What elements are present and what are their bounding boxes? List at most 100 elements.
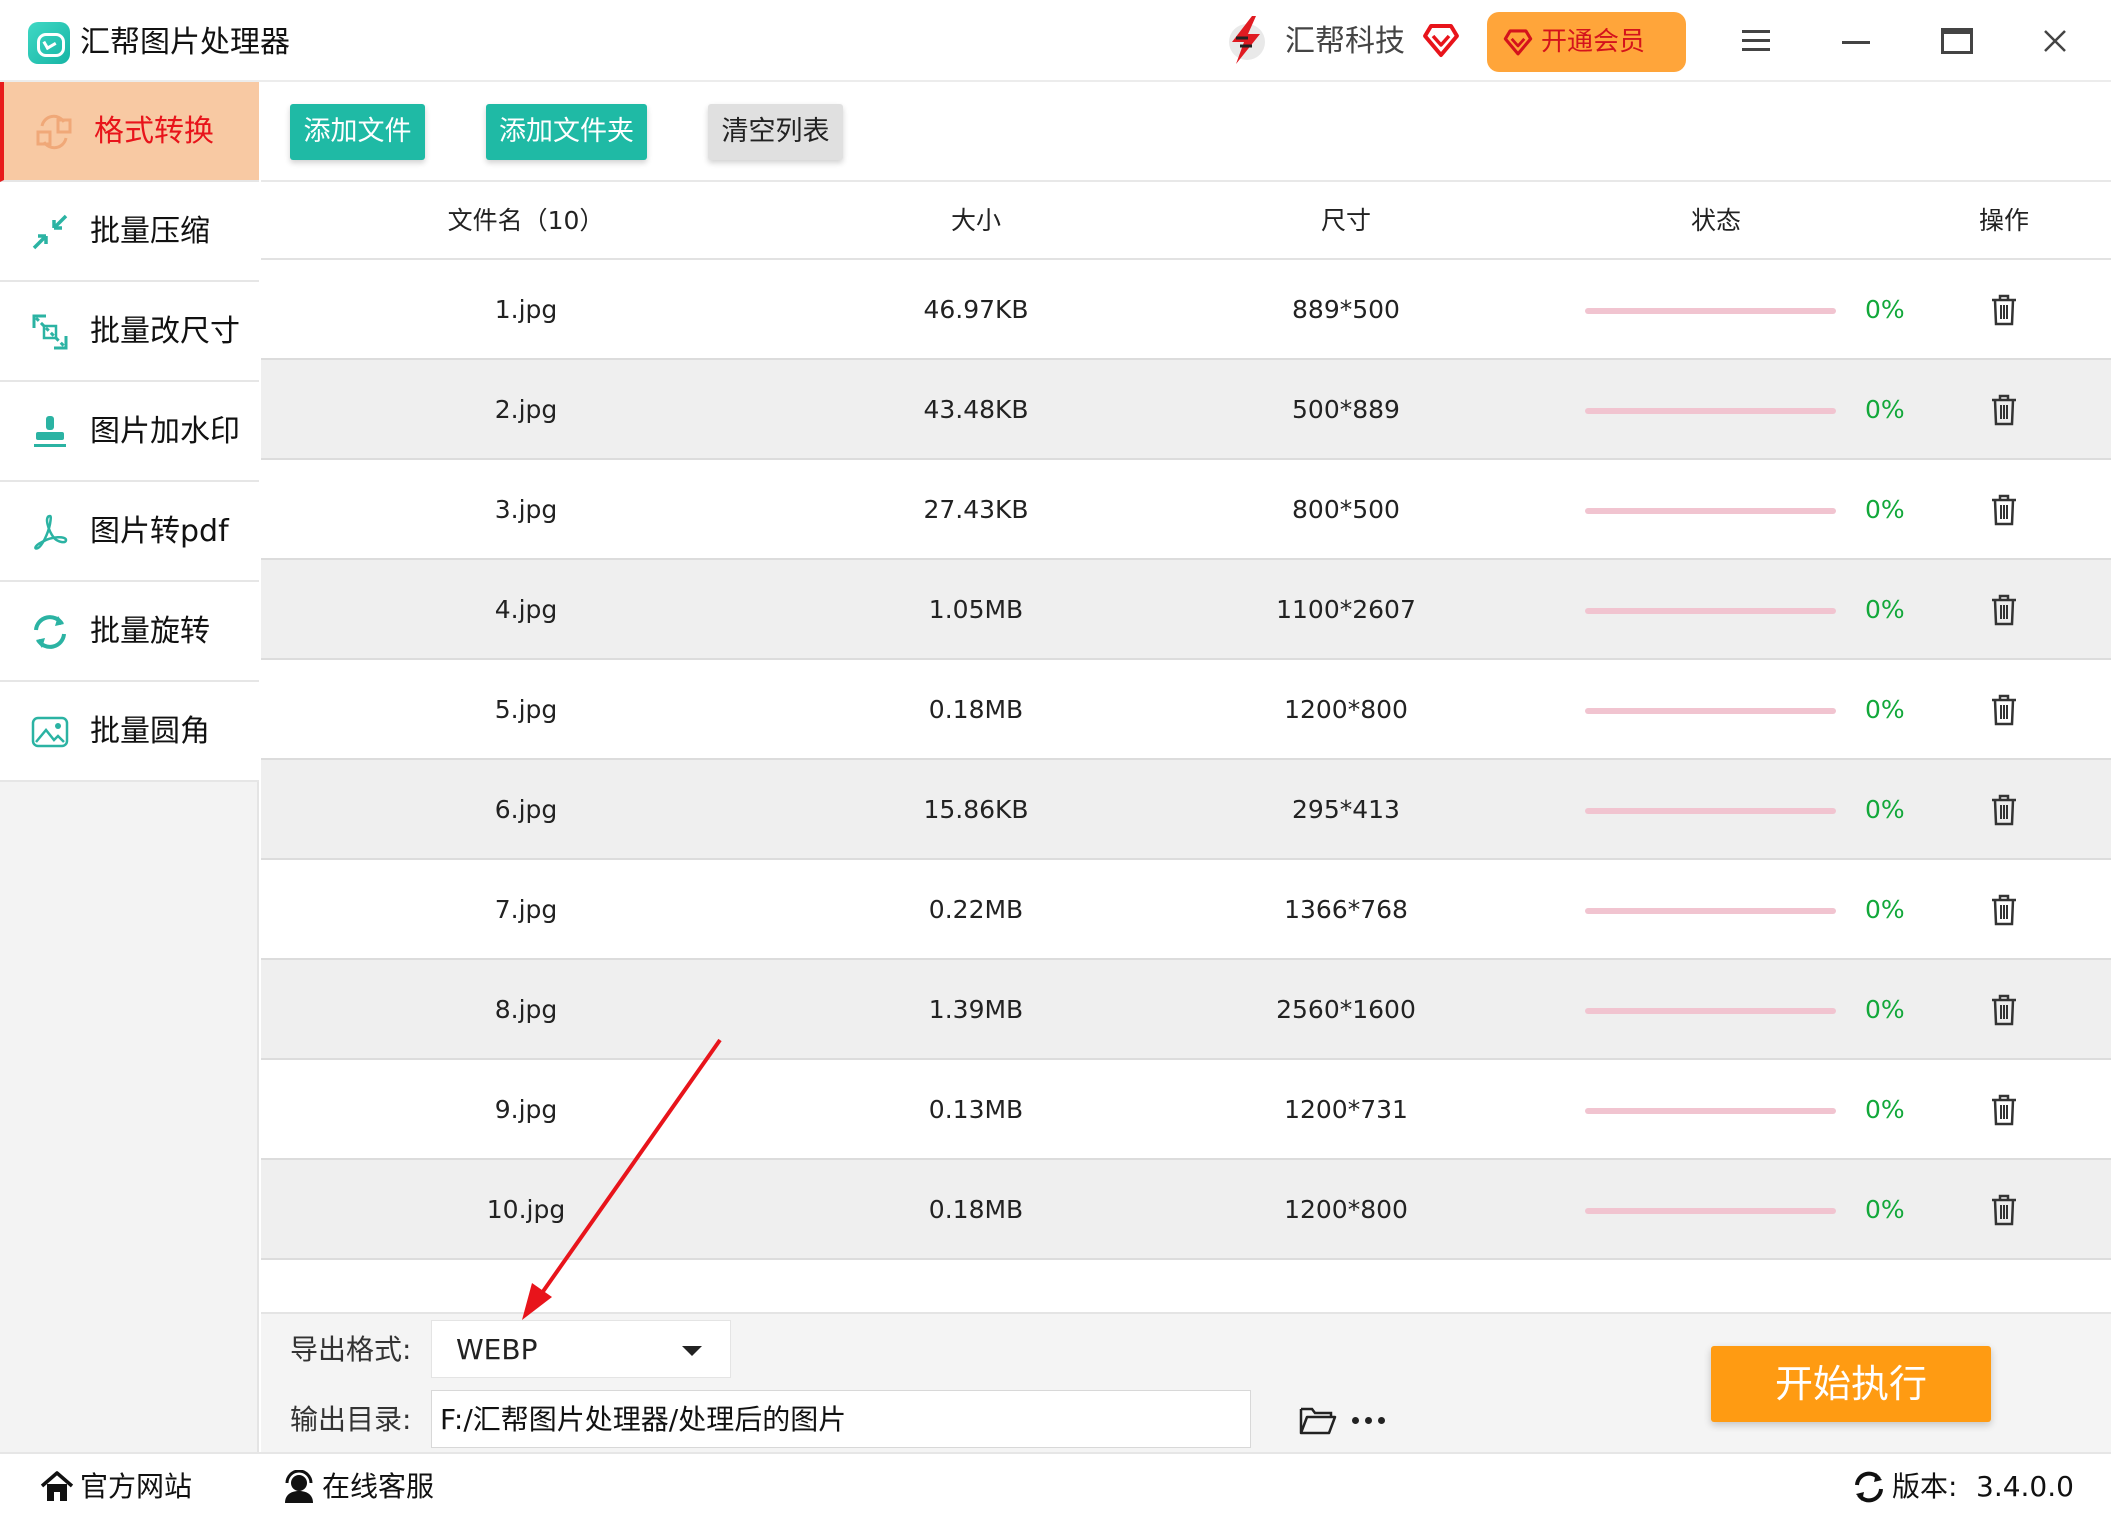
diamond-heart-icon[interactable] xyxy=(1422,22,1460,58)
close-icon[interactable] xyxy=(2040,26,2070,56)
sidebar-item-add-watermark[interactable]: 图片加水印 xyxy=(0,382,259,482)
progress-percent: 0% xyxy=(1865,795,1905,824)
table-row[interactable]: 6.jpg 15.86KB 295*413 0% xyxy=(261,760,2111,860)
trash-icon[interactable] xyxy=(1990,894,2018,926)
file-name: 7.jpg xyxy=(494,895,558,924)
progress-bar xyxy=(1585,508,1836,514)
sidebar-item-format-convert[interactable]: 格式转换 xyxy=(0,82,259,182)
sidebar-item-batch-rotate[interactable]: 批量旋转 xyxy=(0,582,259,682)
file-name: 3.jpg xyxy=(494,495,558,524)
file-dimensions: 1366*768 xyxy=(1284,895,1408,924)
app-logo-icon xyxy=(28,22,70,64)
file-dimensions: 1200*800 xyxy=(1284,1195,1408,1224)
file-size: 0.18MB xyxy=(928,695,1024,724)
file-name: 5.jpg xyxy=(494,695,558,724)
sidebar-item-label: 图片转pdf xyxy=(90,514,229,549)
diamond-heart-icon xyxy=(1503,29,1533,56)
file-name: 6.jpg xyxy=(494,795,558,824)
table-row[interactable]: 5.jpg 0.18MB 1200*800 0% xyxy=(261,660,2111,760)
trash-icon[interactable] xyxy=(1990,594,2018,626)
sidebar: 格式转换 批量压缩 批量改尺寸 图片加水印 图片转pdf 批量旋转 批量圆角 xyxy=(0,82,259,1452)
vip-button-label: 开通会员 xyxy=(1541,27,1646,57)
file-dimensions: 889*500 xyxy=(1292,295,1400,324)
format-value: WEBP xyxy=(456,1333,538,1366)
progress-percent: 0% xyxy=(1865,1195,1905,1224)
trash-icon[interactable] xyxy=(1990,494,2018,526)
online-support-link[interactable]: 在线客服 xyxy=(282,1466,452,1508)
more-icon[interactable] xyxy=(1352,1412,1386,1428)
file-dimensions: 1200*800 xyxy=(1284,695,1408,724)
file-size: 15.86KB xyxy=(923,795,1029,824)
file-name: 2.jpg xyxy=(494,395,558,424)
trash-icon[interactable] xyxy=(1990,1094,2018,1126)
file-name: 8.jpg xyxy=(494,995,558,1024)
sidebar-item-batch-compress[interactable]: 批量压缩 xyxy=(0,182,259,282)
header-status: 状态 xyxy=(1690,206,1742,235)
official-website-link[interactable]: 官方网站 xyxy=(40,1466,210,1508)
sidebar-item-label: 批量改尺寸 xyxy=(90,314,240,349)
table-row[interactable]: 9.jpg 0.13MB 1200*731 0% xyxy=(261,1060,2111,1160)
menu-icon[interactable] xyxy=(1742,30,1770,52)
maximize-icon[interactable] xyxy=(1941,28,1973,54)
compress-icon xyxy=(32,214,68,250)
progress-percent: 0% xyxy=(1865,495,1905,524)
output-dir-input[interactable]: F:/汇帮图片处理器/处理后的图片 xyxy=(431,1390,1251,1448)
file-size: 0.13MB xyxy=(928,1095,1024,1124)
sidebar-item-batch-resize[interactable]: 批量改尺寸 xyxy=(0,282,259,382)
trash-icon[interactable] xyxy=(1990,294,2018,326)
folder-open-icon[interactable] xyxy=(1299,1405,1337,1435)
trash-icon[interactable] xyxy=(1990,994,2018,1026)
add-file-button[interactable]: 添加文件 xyxy=(290,104,425,160)
file-name: 1.jpg xyxy=(494,295,558,324)
table-row[interactable]: 1.jpg 46.97KB 889*500 0% xyxy=(261,260,2111,360)
file-dimensions: 500*889 xyxy=(1292,395,1400,424)
trash-icon[interactable] xyxy=(1990,694,2018,726)
sidebar-item-label: 批量旋转 xyxy=(90,614,210,649)
version-number: 3.4.0.0 xyxy=(1976,1470,2074,1503)
progress-percent: 0% xyxy=(1865,295,1905,324)
file-size: 27.43KB xyxy=(923,495,1029,524)
file-dimensions: 295*413 xyxy=(1292,795,1400,824)
add-folder-button[interactable]: 添加文件夹 xyxy=(486,104,647,160)
header-size: 大小 xyxy=(950,206,1002,235)
toolbar: 添加文件 添加文件夹 清空列表 xyxy=(261,82,2111,182)
format-select[interactable]: WEBP xyxy=(431,1320,731,1378)
file-size: 1.39MB xyxy=(928,995,1024,1024)
progress-bar xyxy=(1585,308,1836,314)
sidebar-item-image-to-pdf[interactable]: 图片转pdf xyxy=(0,482,259,582)
file-dimensions: 800*500 xyxy=(1292,495,1400,524)
convert-icon xyxy=(36,114,72,150)
table-row[interactable]: 2.jpg 43.48KB 500*889 0% xyxy=(261,360,2111,460)
watermark-icon xyxy=(34,416,66,447)
trash-icon[interactable] xyxy=(1990,394,2018,426)
home-icon xyxy=(40,1471,74,1501)
file-size: 0.18MB xyxy=(928,1195,1024,1224)
table-row[interactable]: 8.jpg 1.39MB 2560*1600 0% xyxy=(261,960,2111,1060)
chevron-down-icon xyxy=(682,1346,702,1356)
progress-percent: 0% xyxy=(1865,395,1905,424)
file-name: 10.jpg xyxy=(486,1195,566,1224)
minimize-icon[interactable] xyxy=(1842,41,1870,44)
clear-list-button[interactable]: 清空列表 xyxy=(708,104,843,160)
official-website-label: 官方网站 xyxy=(80,1470,193,1503)
progress-bar xyxy=(1585,408,1836,414)
trash-icon[interactable] xyxy=(1990,1194,2018,1226)
trash-icon[interactable] xyxy=(1990,794,2018,826)
progress-percent: 0% xyxy=(1865,695,1905,724)
progress-percent: 0% xyxy=(1865,995,1905,1024)
progress-percent: 0% xyxy=(1865,595,1905,624)
vip-button[interactable]: 开通会员 xyxy=(1487,12,1686,72)
start-button[interactable]: 开始执行 xyxy=(1711,1346,1991,1422)
rounded-corner-icon xyxy=(31,716,69,748)
table-row[interactable]: 3.jpg 27.43KB 800*500 0% xyxy=(261,460,2111,560)
sidebar-item-label: 批量压缩 xyxy=(90,214,210,249)
file-dimensions: 2560*1600 xyxy=(1276,995,1416,1024)
table-row[interactable]: 7.jpg 0.22MB 1366*768 0% xyxy=(261,860,2111,960)
version-info[interactable]: 版本: 3.4.0.0 xyxy=(1852,1466,2074,1508)
table-row[interactable]: 4.jpg 1.05MB 1100*2607 0% xyxy=(261,560,2111,660)
progress-bar xyxy=(1585,808,1836,814)
table-row[interactable]: 10.jpg 0.18MB 1200*800 0% xyxy=(261,1160,2111,1260)
sidebar-item-batch-round-corner[interactable]: 批量圆角 xyxy=(0,682,259,782)
table-header: 文件名（10） 大小 尺寸 状态 操作 xyxy=(261,182,2111,260)
brand-name: 汇帮科技 xyxy=(1285,24,1405,59)
